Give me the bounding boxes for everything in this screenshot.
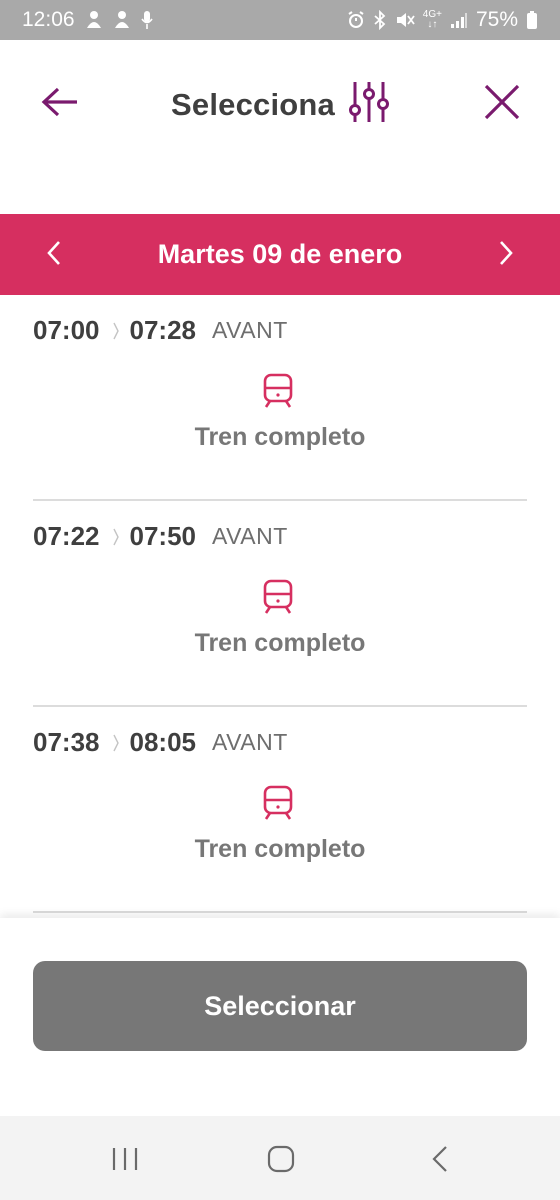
status-right: 4G+ ↓↑ 75% [347,8,538,32]
train-type: AVANT [212,317,288,343]
arrival-time: 08:05 [129,727,197,757]
train-icon [262,579,294,620]
microphone-icon [140,10,153,30]
data-arrows-icon: ↓↑ [427,19,438,30]
train-list: 07:00 07:28 AVANT Tren completo 07:22 07… [0,295,560,913]
date-label: Martes 09 de enero [157,239,403,269]
bluetooth-icon [373,10,387,30]
train-item[interactable]: 07:38 08:05 AVANT Tren completo [0,707,560,913]
page-title: Selecciona [171,86,335,122]
home-icon[interactable] [266,1144,296,1179]
train-status: Tren completo [194,629,366,657]
train-status: Tren completo [194,835,366,863]
battery-icon [526,10,538,30]
departure-time: 07:22 [33,521,100,551]
title-wrap: Selecciona [0,80,560,129]
filter-button[interactable] [348,80,389,129]
alarm-icon [347,11,365,29]
train-times: 07:22 07:50 AVANT [33,521,288,552]
next-day-button[interactable] [488,236,524,274]
departure-time: 07:38 [33,727,100,757]
arrival-time: 07:50 [129,521,197,551]
close-icon [484,84,520,125]
sliders-icon [348,80,389,129]
battery-percent: 75% [475,8,518,31]
chevron-right-icon [112,321,120,341]
chevron-left-icon [46,240,62,271]
signal-icon [450,11,468,29]
status-time: 12:06 [22,8,75,31]
chevron-right-icon [112,733,120,753]
previous-day-button[interactable] [36,236,72,274]
status-bar: 12:06 4G+ ↓↑ 75% [0,0,560,40]
bottom-panel: Seleccionar [0,918,560,1116]
chevron-right-icon [498,240,514,271]
nav-back-icon[interactable] [428,1144,452,1179]
divider [33,911,527,913]
select-button[interactable]: Seleccionar [33,961,527,1051]
recent-apps-icon[interactable] [106,1144,146,1179]
network-type: 4G+ ↓↑ [423,10,442,30]
notification-icon [85,10,103,30]
train-icon [262,785,294,826]
chevron-right-icon [112,527,120,547]
status-left: 12:06 [22,8,153,32]
mute-icon [395,11,415,29]
date-bar: Martes 09 de enero [0,214,560,295]
train-item[interactable]: 07:00 07:28 AVANT Tren completo [0,295,560,501]
departure-time: 07:00 [33,315,100,345]
train-icon [262,373,294,414]
train-status: Tren completo [194,423,366,451]
train-type: AVANT [212,523,288,549]
arrival-time: 07:28 [129,315,197,345]
train-times: 07:00 07:28 AVANT [33,315,288,346]
train-times: 07:38 08:05 AVANT [33,727,288,758]
train-type: AVANT [212,729,288,755]
notification-icon [113,10,131,30]
train-item[interactable]: 07:22 07:50 AVANT Tren completo [0,501,560,707]
close-button[interactable] [480,82,524,126]
navigation-bar [0,1116,560,1200]
header: Selecciona [0,40,560,170]
